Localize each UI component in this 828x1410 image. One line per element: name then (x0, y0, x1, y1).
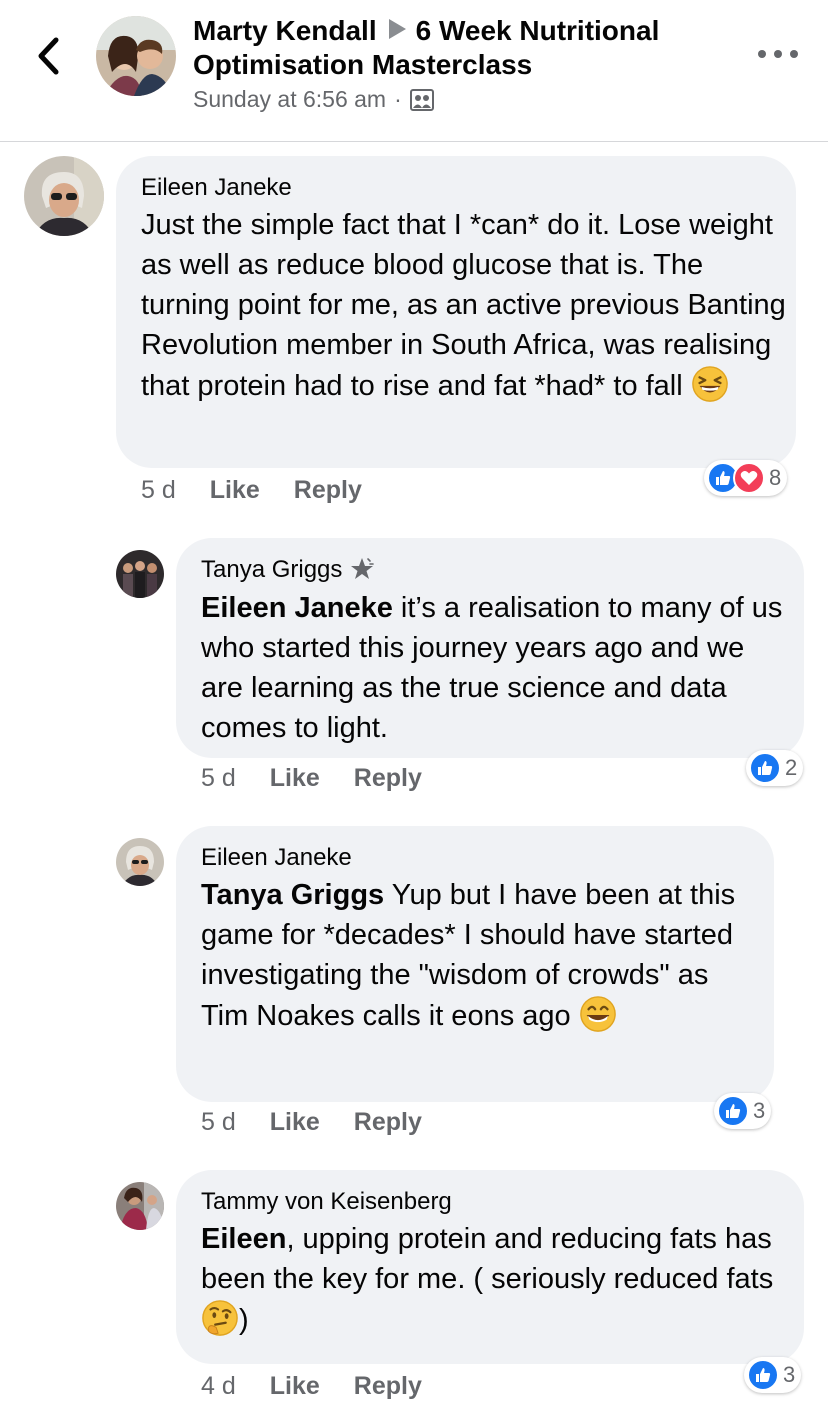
post-header: Marty Kendall 6 Week Nutritional Optimisa… (0, 0, 828, 142)
back-button[interactable] (30, 34, 66, 78)
comment-time[interactable]: 5 d (201, 1108, 236, 1137)
comment-text-end: ) (239, 1304, 249, 1336)
comment-text: Eileen Janeke it’s a realisation to many… (201, 588, 791, 748)
like-reaction-icon (717, 1095, 749, 1127)
top-contributor-badge-icon (351, 558, 375, 579)
comment-author: Tanya Griggs (201, 556, 376, 584)
laughing-emoji-icon (691, 366, 728, 402)
like-reaction-icon (747, 1359, 779, 1391)
mention-link[interactable]: Eileen Janeke (201, 592, 393, 624)
comment-author[interactable]: Tammy von Keisenberg (201, 1188, 452, 1216)
comment-text: Just the simple fact that I *can* do it.… (141, 205, 791, 406)
comment-author[interactable]: Eileen Janeke (201, 844, 352, 872)
like-reaction-icon (749, 752, 781, 784)
comment-text: Eileen, upping protein and reducing fats… (201, 1219, 791, 1340)
commenter-avatar[interactable] (116, 550, 164, 598)
like-button[interactable]: Like (270, 1372, 320, 1401)
reply-button[interactable]: Reply (354, 1108, 422, 1137)
reaction-summary[interactable]: 3 (714, 1093, 772, 1129)
reaction-summary[interactable]: 2 (746, 750, 804, 786)
commenter-avatar[interactable] (24, 156, 104, 236)
post-title: Marty Kendall 6 Week Nutritional Optimisa… (193, 14, 753, 82)
like-button[interactable]: Like (270, 764, 320, 793)
like-button[interactable]: Like (270, 1108, 320, 1137)
commenter-avatar[interactable] (116, 1182, 164, 1230)
reaction-count: 3 (783, 1362, 796, 1387)
more-icon-dot (774, 50, 782, 58)
arrow-right-icon (388, 19, 406, 39)
reaction-summary[interactable]: 3 (744, 1357, 802, 1393)
comment-text-content: , upping protein and reducing fats has b… (201, 1223, 774, 1295)
reply-button[interactable]: Reply (354, 764, 422, 793)
comment-actions: 5 d Like Reply (141, 476, 362, 505)
more-icon-dot (758, 50, 766, 58)
meta-separator: · (394, 86, 402, 112)
chevron-left-icon (38, 37, 59, 75)
mention-link[interactable]: Eileen (201, 1223, 286, 1255)
thinking-emoji-icon (202, 1300, 238, 1336)
comment-time[interactable]: 4 d (201, 1372, 236, 1401)
reply-button[interactable]: Reply (294, 476, 362, 505)
author-avatar[interactable] (96, 16, 176, 96)
more-options-button[interactable] (758, 44, 798, 64)
comment-time[interactable]: 5 d (141, 476, 176, 505)
reaction-count: 3 (753, 1098, 766, 1123)
comment-actions: 4 d Like Reply (201, 1372, 422, 1401)
love-reaction-icon (733, 462, 765, 494)
comment-actions: 5 d Like Reply (201, 1108, 422, 1137)
group-audience-icon (409, 88, 434, 111)
more-icon-dot (790, 50, 798, 58)
comment-text: Tanya Griggs Yup but I have been at this… (201, 875, 761, 1036)
comment-actions: 5 d Like Reply (201, 764, 422, 793)
mention-link[interactable]: Tanya Griggs (201, 879, 384, 911)
post-meta: Sunday at 6:56 am · (193, 86, 434, 113)
reaction-count: 8 (769, 465, 782, 490)
comment-text-content: Just the simple fact that I *can* do it.… (141, 209, 786, 402)
reaction-summary[interactable]: 8 (704, 460, 788, 496)
comment-author[interactable]: Eileen Janeke (141, 174, 292, 202)
post-timestamp[interactable]: Sunday at 6:56 am (193, 86, 386, 113)
grinning-emoji-icon (579, 996, 616, 1032)
reaction-count: 2 (785, 755, 798, 780)
comment-author-name[interactable]: Tanya Griggs (201, 556, 342, 584)
post-author-name[interactable]: Marty Kendall (193, 15, 377, 46)
commenter-avatar[interactable] (116, 838, 164, 886)
comment-time[interactable]: 5 d (201, 764, 236, 793)
reply-button[interactable]: Reply (354, 1372, 422, 1401)
like-button[interactable]: Like (210, 476, 260, 505)
